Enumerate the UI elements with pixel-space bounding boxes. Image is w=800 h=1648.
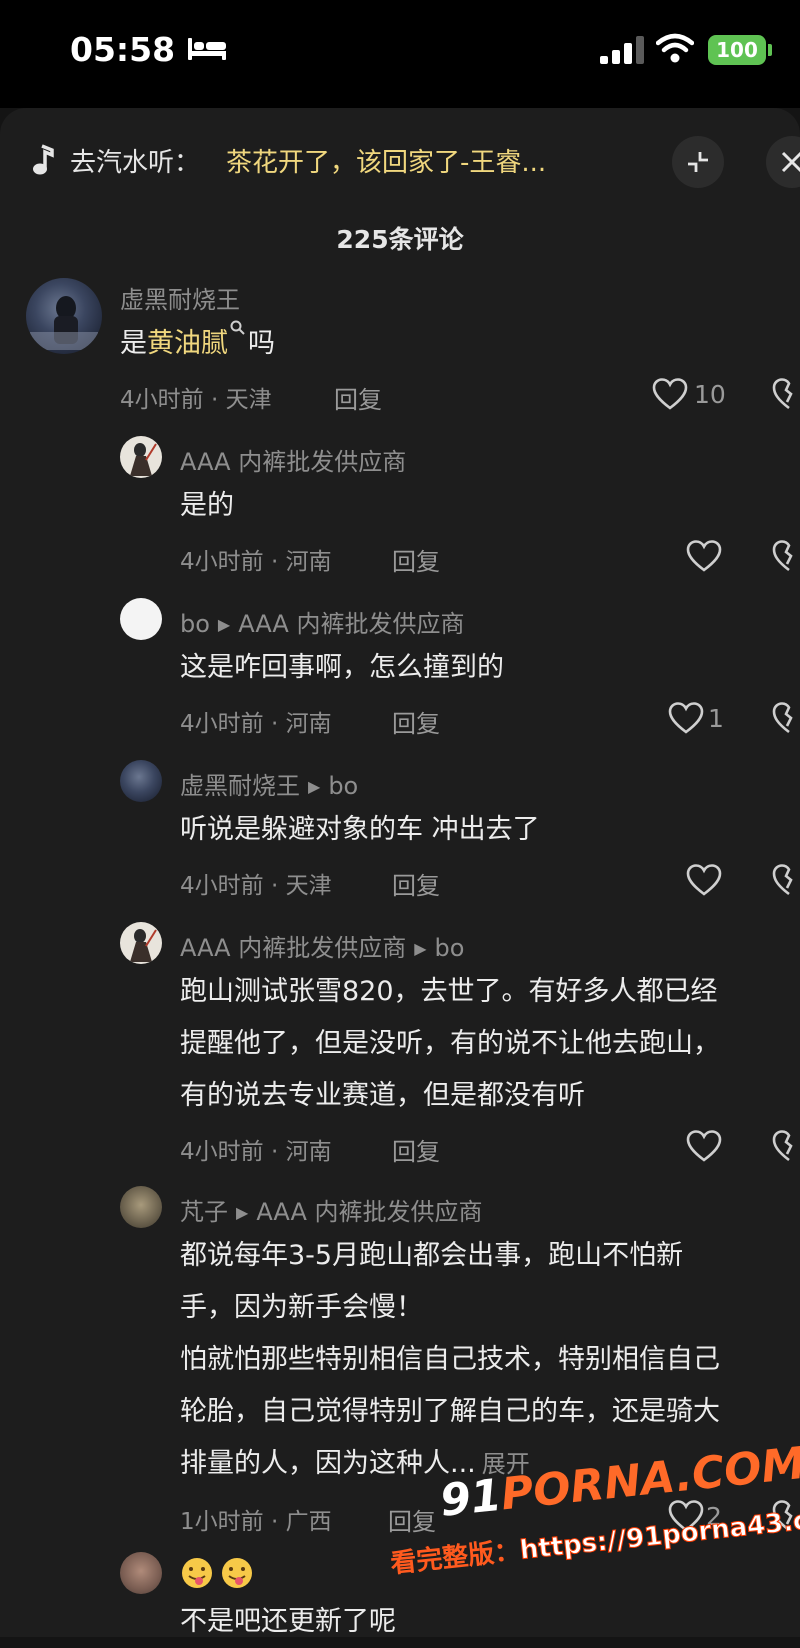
heart-icon[interactable]	[686, 864, 722, 896]
avatar[interactable]	[120, 1552, 162, 1594]
like-count: 10	[694, 380, 726, 409]
comment-text[interactable]: 是黄油腻吗	[120, 318, 275, 370]
close-button[interactable]	[766, 136, 800, 188]
collapse-icon	[688, 152, 708, 172]
clock: 05:58	[70, 30, 176, 69]
comment-text[interactable]: 都说每年3-5月跑山都会出事，跑山不怕新 手，因为新手会慢！ 怕就怕那些特别相信…	[180, 1230, 720, 1490]
like-count: 1	[708, 704, 724, 733]
music-title[interactable]: 茶花开了，该回家了-王睿...	[226, 142, 546, 179]
tongue-face-emoji-icon	[182, 1558, 212, 1588]
reply-button[interactable]: 回复	[392, 704, 440, 739]
avatar[interactable]	[120, 1186, 162, 1228]
comment-text[interactable]: 这是咋回事啊，怎么撞到的	[180, 642, 504, 694]
comment-meta: 1小时前 · 广西	[180, 1509, 332, 1535]
reply-comment: AAA 内裤批发供应商 ▶ bo 跑山测试张雪820，去世了。有好多人都已经 提醒他…	[0, 922, 800, 1178]
comment-count: 225条评论	[336, 225, 464, 254]
dislike-heart-icon[interactable]	[772, 1130, 800, 1162]
heart-icon[interactable]	[652, 378, 688, 410]
comment-line: 提醒他了，但是没听，有的说不让他去跑山，	[180, 1028, 720, 1059]
music-bar[interactable]: 去汽水听： 茶花开了，该回家了-王睿...	[0, 130, 800, 194]
reply-to-name[interactable]: AAA 内裤批发供应商	[256, 1198, 482, 1226]
comment-author[interactable]: AAA 内裤批发供应商 ▶ bo	[180, 928, 464, 963]
comment-line: 排量的人，因为这种人...	[180, 1448, 476, 1479]
author-name[interactable]: 虚黑耐烧王	[120, 286, 240, 314]
tongue-face-emoji-icon	[222, 1558, 252, 1588]
avatar[interactable]	[120, 922, 162, 964]
reply-button[interactable]: 回复	[392, 1132, 440, 1167]
close-icon	[781, 151, 800, 173]
comment-author[interactable]: bo ▶ AAA 内裤批发供应商	[180, 604, 464, 639]
comment: 虚黑耐烧王 是黄油腻吗 4小时前 · 天津 回复 10	[0, 278, 800, 428]
comment-line: 轮胎，自己觉得特别了解自己的车，还是骑大	[180, 1396, 720, 1427]
author-name[interactable]: 芃子	[180, 1198, 228, 1226]
sleep-mode-icon	[188, 38, 226, 60]
dislike-heart-icon[interactable]	[772, 378, 800, 410]
reply-arrow-icon: ▶	[236, 1203, 249, 1222]
comment-text[interactable]: 跑山测试张雪820，去世了。有好多人都已经 提醒他了，但是没听，有的说不让他去跑…	[180, 966, 720, 1122]
comment-meta: 4小时前 · 河南	[180, 711, 332, 737]
reply-to-name[interactable]: AAA 内裤批发供应商	[238, 610, 464, 638]
author-name[interactable]: AAA 内裤批发供应商	[180, 934, 406, 962]
comment-meta: 4小时前 · 天津	[180, 873, 332, 899]
reply-comment: 虚黑耐烧王 ▶ bo 听说是躲避对象的车 冲出去了 4小时前 · 天津 回复	[0, 760, 800, 910]
text-before: 是	[120, 328, 147, 359]
avatar-figure	[130, 443, 157, 476]
search-icon[interactable]	[230, 320, 246, 338]
avatar[interactable]	[120, 598, 162, 640]
reply-button[interactable]: 回复	[392, 542, 440, 577]
reply-to-name[interactable]: bo	[435, 934, 465, 962]
heart-icon[interactable]	[668, 702, 704, 734]
avatar-figure	[130, 929, 157, 962]
reply-comment: AAA 内裤批发供应商 是的 4小时前 · 河南 回复	[0, 436, 800, 586]
battery-tip	[768, 44, 772, 56]
author-name[interactable]: bo	[180, 610, 210, 638]
music-prefix: 去汽水听：	[70, 148, 201, 178]
dislike-heart-icon[interactable]	[772, 702, 800, 734]
dislike-heart-icon[interactable]	[772, 864, 800, 896]
reply-arrow-icon: ▶	[308, 777, 321, 796]
dislike-heart-icon[interactable]	[772, 540, 800, 572]
cellular-signal-icon	[600, 36, 644, 64]
search-keyword-link[interactable]: 黄油腻	[147, 328, 228, 359]
battery-indicator: 100	[708, 35, 766, 65]
author-name[interactable]: 虚黑耐烧王	[180, 772, 300, 800]
comment-line: 都说每年3-5月跑山都会出事，跑山不怕新	[180, 1240, 684, 1271]
comment-meta: 4小时前 · 河南	[180, 1139, 332, 1165]
avatar[interactable]	[120, 436, 162, 478]
reply-to-name[interactable]: bo	[328, 772, 358, 800]
heart-icon[interactable]	[686, 1130, 722, 1162]
wifi-icon	[656, 33, 694, 63]
collapse-button[interactable]	[672, 136, 724, 188]
comment-meta: 4小时前 · 天津	[120, 387, 272, 413]
comment-author[interactable]: 虚黑耐烧王 ▶ bo	[180, 766, 358, 801]
comment-text[interactable]: 听说是躲避对象的车 冲出去了	[180, 804, 540, 856]
comment-line: 有的说去专业赛道，但是都没有听	[180, 1080, 585, 1111]
reply-button[interactable]: 回复	[392, 866, 440, 901]
comment-author[interactable]: 芃子 ▶ AAA 内裤批发供应商	[180, 1192, 483, 1227]
comment-author[interactable]: 虚黑耐烧王	[120, 280, 240, 315]
avatar[interactable]	[26, 278, 102, 354]
author-name[interactable]: AAA 内裤批发供应商	[180, 448, 406, 476]
heart-icon[interactable]	[686, 540, 722, 572]
reply-button[interactable]: 回复	[334, 380, 382, 415]
comment-line: 手，因为新手会慢！	[180, 1292, 423, 1323]
comment-line: 跑山测试张雪820，去世了。有好多人都已经	[180, 976, 718, 1007]
comment-text[interactable]: 是的	[180, 480, 234, 532]
comment-line: 怕就怕那些特别相信自己技术，特别相信自己	[180, 1344, 720, 1375]
comment-text[interactable]: 不是吧还更新了呢	[180, 1596, 396, 1648]
avatar-figure	[30, 296, 98, 350]
music-note-icon	[33, 144, 54, 175]
text-after: 吗	[248, 328, 275, 359]
reply-comment: bo ▶ AAA 内裤批发供应商 这是咋回事啊，怎么撞到的 4小时前 · 河南 回复…	[0, 598, 800, 748]
comment-meta: 4小时前 · 河南	[180, 549, 332, 575]
reply-arrow-icon: ▶	[217, 615, 231, 634]
reply-arrow-icon: ▶	[414, 939, 427, 958]
status-bar: 05:58 100	[0, 0, 800, 108]
comment-author[interactable]: AAA 内裤批发供应商	[180, 442, 406, 477]
avatar[interactable]	[120, 760, 162, 802]
